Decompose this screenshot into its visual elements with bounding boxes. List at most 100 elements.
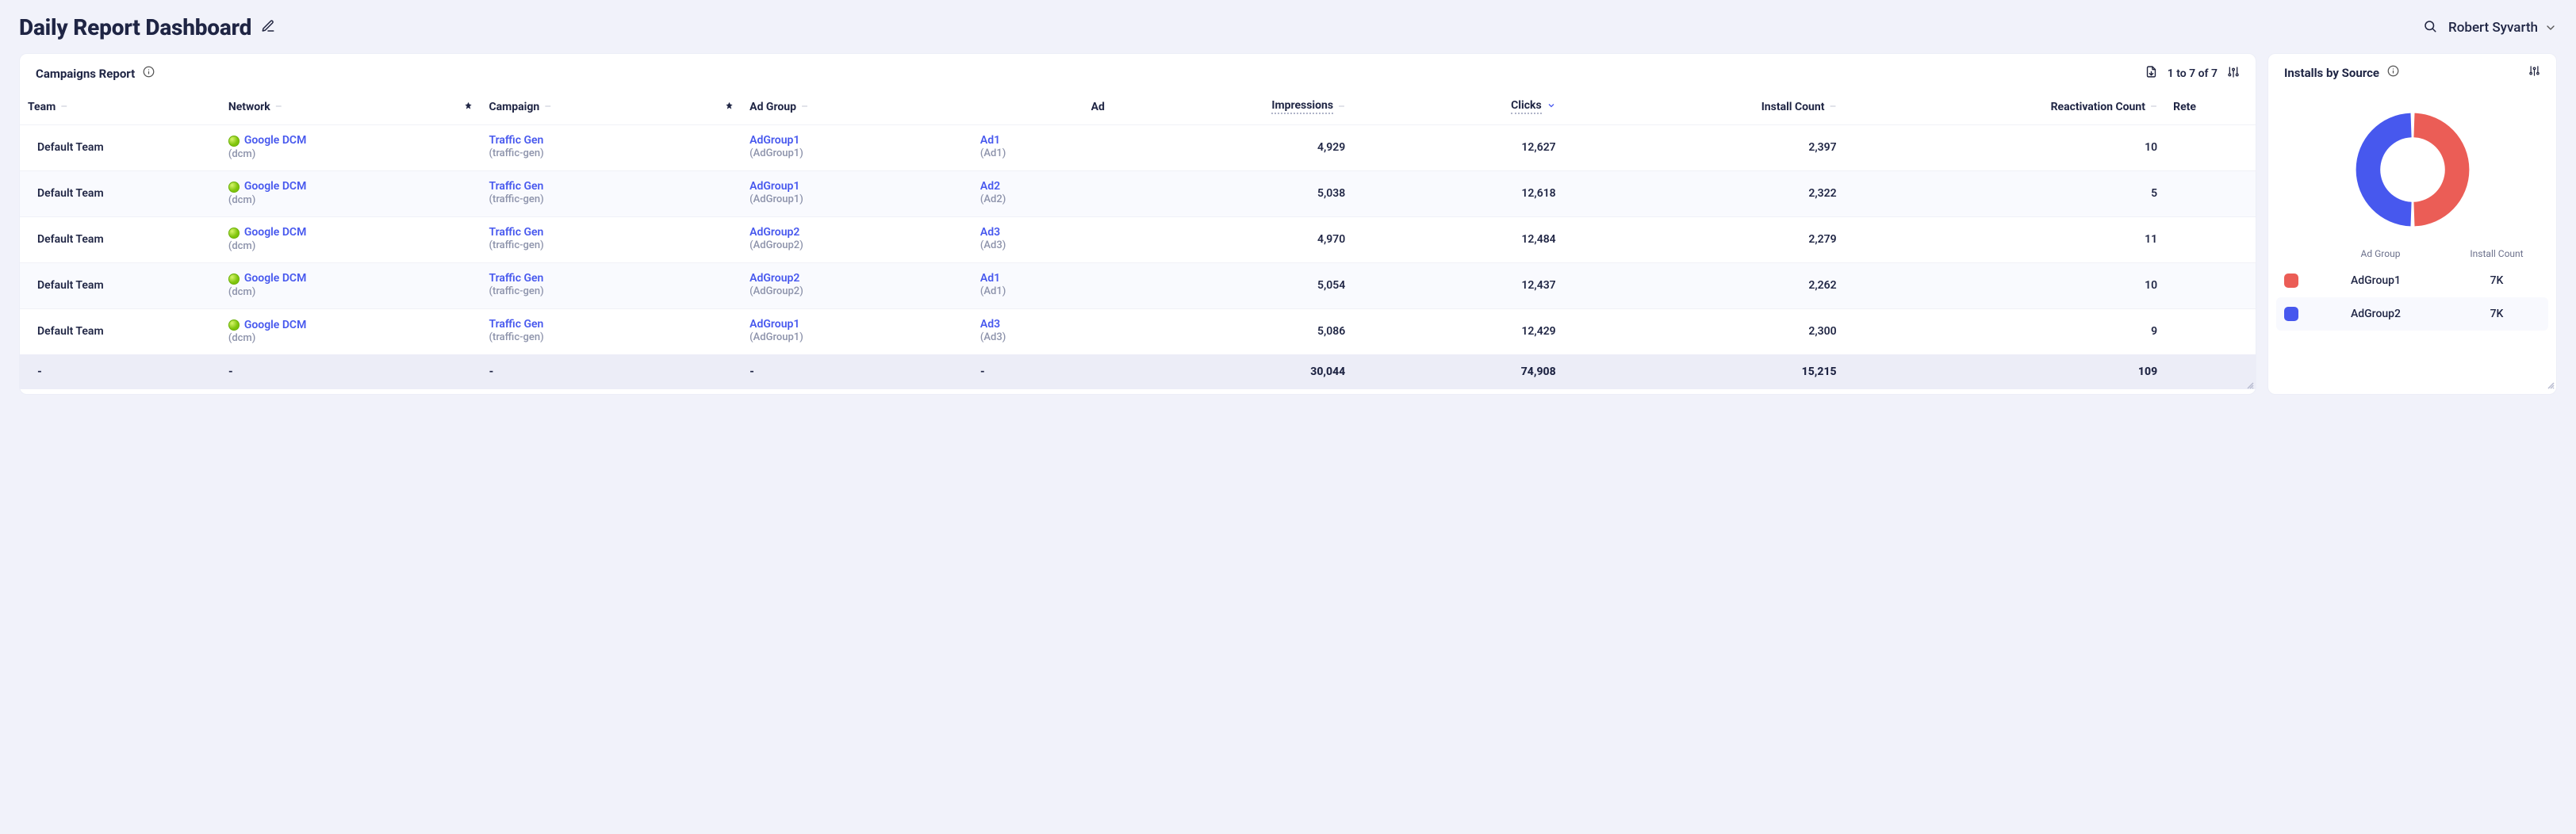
cell-campaign[interactable]: Traffic Gen(traffic-gen) [481,124,742,170]
cell-impressions: 5,038 [1113,170,1353,216]
cell-network[interactable]: Google DCM (dcm) [220,216,481,262]
sort-indicator: – [1338,101,1345,113]
resize-handle-icon [2545,380,2555,392]
th-reactivation[interactable]: Reactivation Count– [1845,90,2166,124]
export-button[interactable] [2145,65,2158,82]
cell-network[interactable]: Google DCM (dcm) [220,308,481,354]
donut-segment[interactable] [2356,113,2411,227]
cell-clicks: 12,484 [1353,216,1563,262]
title-area: Daily Report Dashboard [19,14,275,40]
sliders-icon [2528,65,2540,77]
legend-label: AdGroup1 [2298,274,2453,287]
total-campaign: - [481,354,742,389]
th-network[interactable]: Network – [220,90,481,124]
chart-legend: AdGroup1 7K AdGroup2 7K [2268,264,2556,346]
global-search-button[interactable] [2423,19,2437,36]
cell-ad[interactable]: Ad2(Ad2) [972,170,1113,216]
cell-adgroup[interactable]: AdGroup1(AdGroup1) [742,170,972,216]
donut-chart [2268,88,2556,243]
table-header-row: Team– Network – Campaign [20,90,2256,124]
legend-row[interactable]: AdGroup2 7K [2276,297,2548,331]
card-title: Installs by Source [2284,66,2379,80]
cell-impressions: 4,929 [1113,124,1353,170]
cell-ad[interactable]: Ad1(Ad1) [972,262,1113,308]
color-swatch [2284,274,2298,288]
row-count: 1 to 7 of 7 [2168,67,2218,80]
legend-header-adgroup: Ad Group [2308,248,2453,259]
th-install[interactable]: Install Count– [1564,90,1845,124]
th-team[interactable]: Team– [20,90,220,124]
chart-legend-header: Ad Group Install Count [2268,243,2556,264]
th-ad[interactable]: Ad [972,90,1113,124]
cell-ad[interactable]: Ad1(Ad1) [972,124,1113,170]
total-install: 15,215 [1564,354,1845,389]
cell-reactivation: 10 [1845,124,2166,170]
th-retention-partial[interactable]: Rete [2165,90,2256,124]
page-title: Daily Report Dashboard [19,14,251,40]
chart-settings-button[interactable] [2528,65,2540,80]
cell-clicks: 12,618 [1353,170,1563,216]
cell-clicks: 12,437 [1353,262,1563,308]
th-campaign[interactable]: Campaign – [481,90,742,124]
table-row[interactable]: Default Team Google DCM (dcm) Traffic Ge… [20,170,2256,216]
card-info-button[interactable] [143,66,155,81]
th-install-label: Install Count [1761,101,1825,113]
cell-team: Default Team [20,170,220,216]
donut-segment[interactable] [2413,113,2469,227]
th-clicks[interactable]: Clicks [1353,90,1563,124]
cell-campaign[interactable]: Traffic Gen(traffic-gen) [481,216,742,262]
network-icon [228,228,240,239]
th-adgroup[interactable]: Ad Group– [742,90,972,124]
cell-install: 2,279 [1564,216,1845,262]
cell-network[interactable]: Google DCM (dcm) [220,262,481,308]
cell-retention [2165,170,2256,216]
cell-impressions: 5,054 [1113,262,1353,308]
cell-network[interactable]: Google DCM (dcm) [220,124,481,170]
total-adgroup: - [742,354,972,389]
cell-adgroup[interactable]: AdGroup1(AdGroup1) [742,124,972,170]
cell-impressions: 5,086 [1113,308,1353,354]
cell-adgroup[interactable]: AdGroup1(AdGroup1) [742,308,972,354]
campaigns-table-wrap: Team– Network – Campaign [20,90,2256,389]
legend-label: AdGroup2 [2298,308,2453,320]
cell-install: 2,262 [1564,262,1845,308]
cell-clicks: 12,429 [1353,308,1563,354]
cell-install: 2,322 [1564,170,1845,216]
table-row[interactable]: Default Team Google DCM (dcm) Traffic Ge… [20,124,2256,170]
th-adgroup-label: Ad Group [749,101,796,113]
cell-ad[interactable]: Ad3(Ad3) [972,308,1113,354]
user-menu-button[interactable]: Robert Syvarth [2448,20,2557,36]
card-header: Campaigns Report 1 to 7 of 7 [20,54,2256,90]
edit-title-button[interactable] [261,19,275,36]
user-name: Robert Syvarth [2448,20,2538,36]
sort-indicator: – [2150,101,2157,113]
sort-indicator: – [60,101,67,113]
th-impressions[interactable]: Impressions– [1113,90,1353,124]
cell-adgroup[interactable]: AdGroup2(AdGroup2) [742,262,972,308]
card-header: Installs by Source [2268,54,2556,88]
info-icon [143,66,155,78]
total-team: - [20,354,220,389]
table-row[interactable]: Default Team Google DCM (dcm) Traffic Ge… [20,308,2256,354]
pin-icon [464,101,473,113]
card-title: Campaigns Report [36,67,135,81]
th-impressions-label: Impressions [1271,99,1333,114]
card-info-button[interactable] [2387,65,2399,80]
export-icon [2145,65,2158,78]
cell-campaign[interactable]: Traffic Gen(traffic-gen) [481,262,742,308]
total-ad: - [972,354,1113,389]
sort-indicator: – [275,101,282,113]
cell-adgroup[interactable]: AdGroup2(AdGroup2) [742,216,972,262]
sort-indicator: – [1829,101,1836,113]
cell-network[interactable]: Google DCM (dcm) [220,170,481,216]
cell-ad[interactable]: Ad3(Ad3) [972,216,1113,262]
cell-campaign[interactable]: Traffic Gen(traffic-gen) [481,170,742,216]
legend-row[interactable]: AdGroup1 7K [2276,264,2548,297]
cell-campaign[interactable]: Traffic Gen(traffic-gen) [481,308,742,354]
th-retention-label: Rete [2173,101,2196,113]
table-row[interactable]: Default Team Google DCM (dcm) Traffic Ge… [20,262,2256,308]
cell-team: Default Team [20,124,220,170]
table-row[interactable]: Default Team Google DCM (dcm) Traffic Ge… [20,216,2256,262]
table-settings-button[interactable] [2227,66,2240,82]
total-impressions: 30,044 [1113,354,1353,389]
